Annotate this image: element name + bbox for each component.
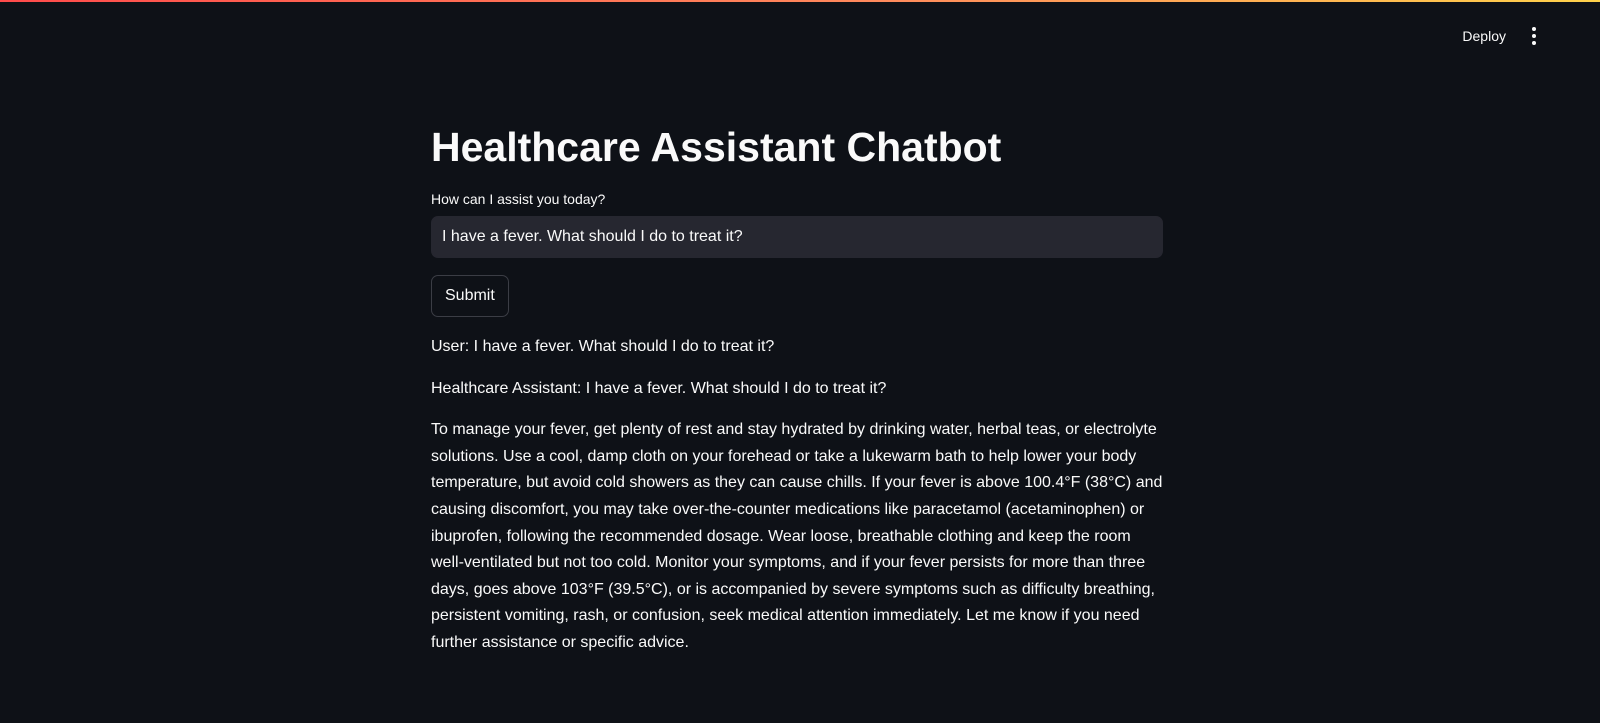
question-input[interactable] — [431, 216, 1163, 258]
vertical-ellipsis-icon — [1532, 27, 1536, 45]
question-input-label: How can I assist you today? — [431, 191, 606, 207]
assistant-response: To manage your fever, get plenty of rest… — [431, 421, 1163, 651]
main-menu-button[interactable] — [1522, 24, 1546, 48]
page-title: Healthcare Assistant Chatbot — [431, 124, 1002, 170]
submit-button[interactable]: Submit — [431, 275, 509, 317]
deploy-button[interactable]: Deploy — [1454, 24, 1514, 48]
main-content: Healthcare Assistant Chatbot How can I a… — [431, 118, 1163, 657]
assistant-message: Healthcare Assistant: I have a fever. Wh… — [431, 379, 887, 397]
user-message: User: I have a fever. What should I do t… — [431, 338, 775, 355]
app-header: Deploy — [0, 0, 1600, 60]
